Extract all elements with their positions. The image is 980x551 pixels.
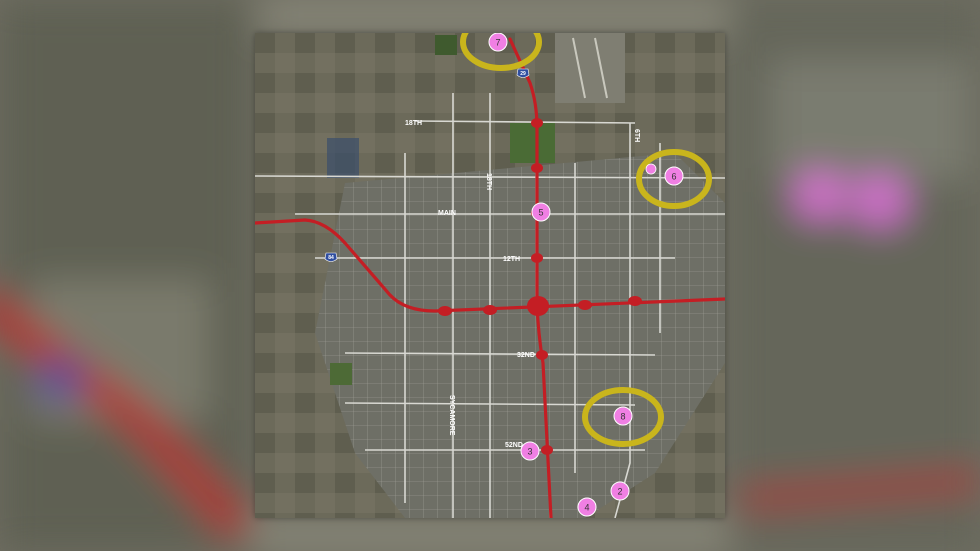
svg-text:84: 84	[328, 255, 334, 261]
street-label-6th: 6TH	[633, 129, 640, 142]
svg-text:29: 29	[520, 71, 526, 77]
street-label-32nd: 32ND	[517, 352, 535, 359]
street-label-main: MAIN	[438, 210, 456, 217]
svg-text:8: 8	[620, 412, 625, 422]
street-label-52nd: 52ND	[505, 442, 523, 449]
map-canvas[interactable]: 84 29 MAIN 18TH 12TH 32ND 52ND 6TH 18TH …	[255, 33, 725, 518]
marker-4[interactable]: 4	[577, 497, 597, 517]
interstate-shield-29: 29	[516, 68, 530, 78]
street-label-18th-vertical: 18TH	[485, 173, 492, 190]
marker-8[interactable]: 8	[613, 406, 633, 426]
street-label-12th: 12TH	[503, 256, 520, 263]
street-label-18th: 18TH	[405, 120, 422, 127]
green-field-3	[330, 363, 352, 385]
marker-2[interactable]: 2	[610, 481, 630, 501]
water-ponds	[327, 138, 359, 178]
marker-3[interactable]: 3	[520, 441, 540, 461]
svg-text:4: 4	[584, 503, 589, 513]
green-field	[435, 35, 457, 55]
street-label-sycamore: SYCAMORE	[448, 395, 455, 436]
svg-text:2: 2	[617, 487, 622, 497]
marker-7[interactable]: 7	[488, 33, 508, 52]
airport-area	[555, 33, 625, 103]
marker-5[interactable]: 5	[531, 202, 551, 222]
svg-text:5: 5	[538, 208, 543, 218]
svg-text:3: 3	[527, 447, 532, 457]
city-map[interactable]: 84 29 MAIN 18TH 12TH 32ND 52ND 6TH 18TH …	[255, 33, 725, 518]
interstate-shield-84: 84	[324, 252, 338, 262]
svg-text:7: 7	[495, 38, 500, 48]
svg-text:6: 6	[671, 172, 676, 182]
green-field-2	[510, 123, 555, 163]
